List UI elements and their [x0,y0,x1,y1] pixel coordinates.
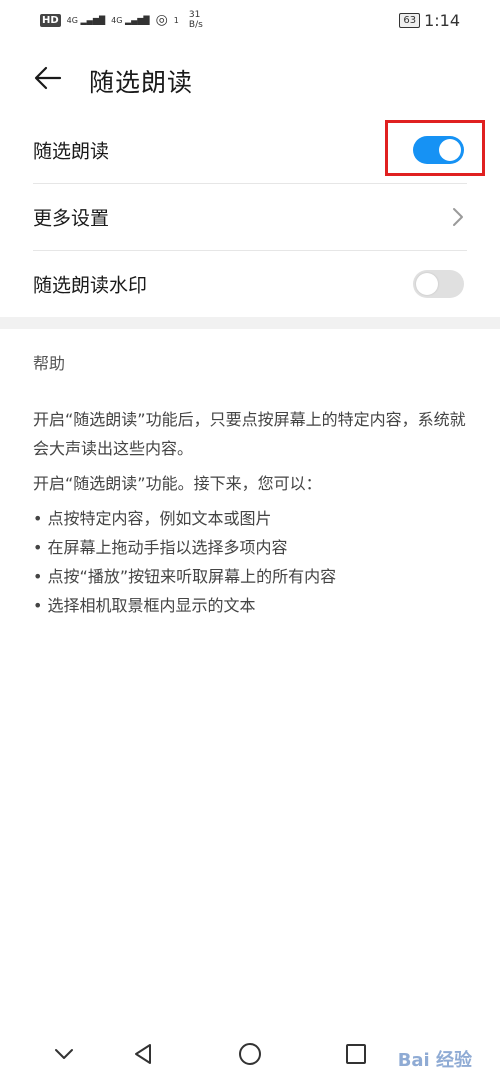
help-list-item: 选择相机取景框内显示的文本 [33,591,473,620]
clock: 1:14 [424,11,460,30]
status-bar: HD 4G ▂▄▆█ 4G ▂▄▆█ ◎ 1 31 B/s 63 1:14 [0,0,500,40]
network-speed: 31 B/s [189,10,203,30]
nav-recents-icon[interactable] [342,1040,370,1068]
help-list-item: 点按“播放”按钮来听取屏幕上的所有内容 [33,562,473,591]
toggle-knob [416,273,438,295]
page-title: 随选朗读 [89,68,194,97]
setting-label: 随选朗读水印 [33,274,148,297]
status-left: HD 4G ▂▄▆█ 4G ▂▄▆█ ◎ 1 31 B/s [40,10,203,30]
hd-badge: HD [40,13,61,27]
nav-back-icon[interactable] [130,1040,158,1068]
help-content: 开启“随选朗读”功能后，只要点按屏幕上的特定内容，系统就会大声读出这些内容。 开… [33,405,473,620]
battery-icon: 63 [399,13,421,28]
help-list-item: 在屏幕上拖动手指以选择多项内容 [33,533,473,562]
help-title: 帮助 [33,354,66,373]
watermark-toggle[interactable] [413,270,464,298]
help-paragraph-1: 开启“随选朗读”功能后，只要点按屏幕上的特定内容，系统就会大声读出这些内容。 [33,410,466,458]
setting-row-more-settings[interactable]: 更多设置 [33,184,467,251]
setting-label: 更多设置 [33,207,110,230]
app-header: 随选朗读 [0,55,500,105]
back-arrow-icon[interactable] [33,63,63,93]
nav-down-icon[interactable] [50,1040,78,1068]
speed-unit: B/s [188,20,203,30]
help-paragraph-2: 开启“随选朗读”功能。接下来，您可以： [33,474,322,493]
help-list: 点按特定内容，例如文本或图片 在屏幕上拖动手指以选择多项内容 点按“播放”按钮来… [33,504,473,620]
status-right: 63 1:14 [399,11,460,30]
wifi-icon: ◎ [155,12,168,28]
speed-value: 31 [188,10,201,20]
setting-row-watermark[interactable]: 随选朗读水印 [33,251,467,317]
setting-label: 随选朗读 [33,140,110,163]
signal-icon-1: 4G ▂▄▆█ [66,15,106,25]
highlight-box [385,120,485,176]
signal-icon-2: 4G ▂▄▆█ [111,15,150,25]
network-label-1: 4G [66,15,78,25]
section-divider [0,317,500,329]
help-list-item: 点按特定内容，例如文本或图片 [33,504,473,533]
wifi-number: 1 [173,15,179,25]
nav-home-icon[interactable] [236,1040,264,1068]
chevron-right-icon [453,208,463,226]
navigation-bar: Bai 经验 [0,1024,500,1084]
baidu-watermark: Bai 经验 [397,1050,472,1071]
network-label-2: 4G [111,15,123,25]
